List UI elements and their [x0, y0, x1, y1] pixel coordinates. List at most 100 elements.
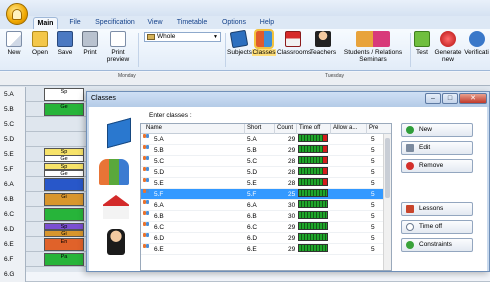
generate-new-button[interactable]: Generate new	[433, 31, 463, 63]
row-label: 6.B	[0, 192, 26, 207]
print-preview-button[interactable]: Print preview	[103, 31, 133, 63]
table-row[interactable]: 6.D 6.D 29 5	[141, 233, 391, 244]
test-check-icon	[414, 31, 430, 47]
lesson-cell[interactable]: Sp	[44, 88, 84, 101]
app-menu-orb-icon[interactable]	[6, 3, 28, 25]
lesson-cell[interactable]: Sp	[44, 223, 84, 230]
row-label: 6.C	[0, 207, 26, 222]
students-relations-button[interactable]: Students / Relations Seminars	[339, 31, 407, 63]
column-divider[interactable]	[274, 124, 275, 134]
column-header-count[interactable]: Count	[277, 125, 293, 131]
dialog-title-bar[interactable]: Classes – □ ✕	[87, 92, 489, 107]
time-off-bar[interactable]	[298, 244, 328, 252]
time-off-bar[interactable]	[298, 222, 328, 230]
lesson-cell[interactable]: En	[44, 238, 84, 251]
print-button[interactable]: Print	[80, 31, 100, 56]
time-off-bar[interactable]	[298, 156, 328, 164]
tab-help[interactable]: Help	[258, 17, 276, 29]
lesson-cell[interactable]	[44, 178, 84, 191]
table-row[interactable]: 6.C 6.C 29 5	[141, 222, 391, 233]
lesson-cell[interactable]	[44, 208, 84, 221]
remove-class-button[interactable]: Remove	[401, 159, 473, 173]
classroom-house-icon	[103, 195, 129, 219]
lesson-cell[interactable]: Ge	[44, 170, 84, 177]
table-row[interactable]: 6.B 6.B 30 5	[141, 211, 391, 222]
test-button[interactable]: Test	[413, 31, 431, 56]
column-header-short[interactable]: Short	[247, 125, 261, 131]
time-off-bar[interactable]	[298, 211, 328, 219]
time-off-button[interactable]: Time off	[401, 220, 473, 234]
scrollbar-thumb[interactable]	[385, 138, 390, 198]
constraints-button[interactable]: Constraints	[401, 238, 473, 252]
time-off-bar[interactable]	[298, 178, 328, 186]
lesson-cell[interactable]: Ge	[44, 155, 84, 162]
tab-timetable[interactable]: Timetable	[174, 17, 210, 29]
lessons-button[interactable]: Lessons	[401, 202, 473, 216]
floppy-disk-icon	[57, 31, 73, 47]
clock-icon	[406, 223, 414, 231]
tab-view[interactable]: View	[145, 17, 165, 29]
classes-dialog: Classes – □ ✕ Enter classes : Name Short…	[86, 91, 490, 272]
row-label: 5.E	[0, 147, 26, 162]
save-button[interactable]: Save	[55, 31, 75, 56]
minimize-icon[interactable]: –	[425, 93, 441, 104]
new-class-button[interactable]: New	[401, 123, 473, 137]
table-row[interactable]: 5.B 5.B 29 5	[141, 145, 391, 156]
table-row[interactable]: 6.A 6.A 30 5	[141, 200, 391, 211]
tab-main[interactable]: Main	[33, 17, 58, 29]
column-divider[interactable]	[244, 124, 245, 134]
edit-class-button[interactable]: Edit	[401, 141, 473, 155]
printer-icon	[82, 31, 98, 47]
lesson-cell[interactable]: Sp	[44, 163, 84, 170]
maximize-icon[interactable]: □	[442, 93, 458, 104]
open-button[interactable]: Open	[29, 31, 51, 56]
lesson-cell[interactable]: Pa	[44, 253, 84, 266]
lesson-cell[interactable]: Ge	[44, 103, 84, 116]
time-off-bar[interactable]	[298, 200, 328, 208]
column-header-time-off[interactable]: Time off	[299, 125, 320, 131]
students-group-icon	[99, 159, 129, 185]
title-bar	[0, 0, 490, 16]
tab-specification[interactable]: Specification	[92, 17, 138, 29]
table-row[interactable]: 5.D 5.D 28 5	[141, 167, 391, 178]
column-header-name[interactable]: Name	[146, 125, 162, 131]
time-off-bar[interactable]	[298, 145, 328, 153]
column-divider[interactable]	[330, 124, 331, 134]
table-row[interactable]: 6.E 6.E 29 5	[141, 244, 391, 255]
subjects-button[interactable]: Subjects	[227, 29, 252, 56]
row-label: 6.D	[0, 222, 26, 237]
class-icon	[143, 222, 151, 229]
time-off-bar[interactable]	[298, 189, 328, 197]
tab-file[interactable]: File	[64, 17, 86, 29]
folder-icon	[32, 31, 48, 47]
lesson-cell[interactable]: Gi	[44, 230, 84, 237]
teachers-button[interactable]: Teachers	[309, 31, 337, 56]
column-divider[interactable]	[296, 124, 297, 134]
classes-table[interactable]: Name Short Count Time off Allow a... Pre…	[140, 123, 392, 271]
generate-icon	[440, 31, 456, 47]
new-button[interactable]: New	[4, 31, 24, 56]
tab-options[interactable]: Options	[220, 17, 248, 29]
table-row[interactable]: 5.C 5.C 28 5	[141, 156, 391, 167]
table-row[interactable]: 5.A 5.A 29 5	[141, 134, 391, 145]
column-header-pre[interactable]: Pre	[369, 125, 378, 131]
table-row[interactable]: 5.E 5.E 28 5	[141, 178, 391, 189]
table-scrollbar[interactable]	[383, 134, 391, 270]
class-icon	[143, 145, 151, 152]
row-label: 5.D	[0, 132, 26, 147]
column-header-allow[interactable]: Allow a...	[333, 125, 357, 131]
close-icon[interactable]: ✕	[459, 93, 487, 104]
view-select[interactable]: Whole ▼	[144, 32, 221, 42]
time-off-bar[interactable]	[298, 233, 328, 241]
column-divider[interactable]	[366, 124, 367, 134]
classrooms-button[interactable]: Classrooms	[277, 31, 311, 56]
table-row-selected[interactable]: 5.F 5.F 25 5	[141, 189, 391, 200]
edit-icon	[406, 144, 414, 152]
verification-button[interactable]: Verificati	[463, 31, 490, 56]
lesson-cell[interactable]: Gi	[44, 193, 84, 206]
enter-classes-label: Enter classes :	[149, 112, 192, 119]
time-off-bar[interactable]	[298, 167, 328, 175]
classes-button[interactable]: Classes	[252, 29, 276, 56]
dialog-body: Enter classes : Name Short Count Time of…	[89, 107, 487, 271]
time-off-bar[interactable]	[298, 134, 328, 142]
